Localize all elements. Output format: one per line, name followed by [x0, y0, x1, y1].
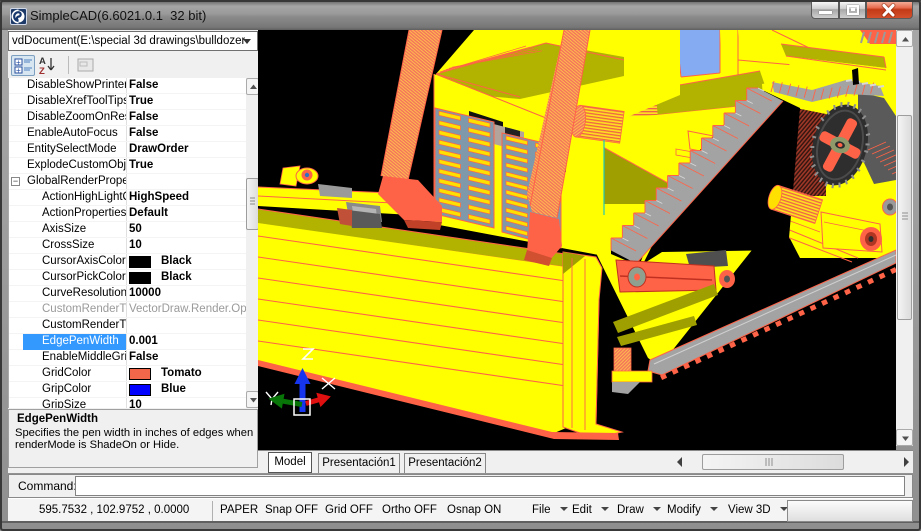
- svg-text:Z: Z: [39, 66, 45, 75]
- svg-text:+: +: [16, 66, 21, 75]
